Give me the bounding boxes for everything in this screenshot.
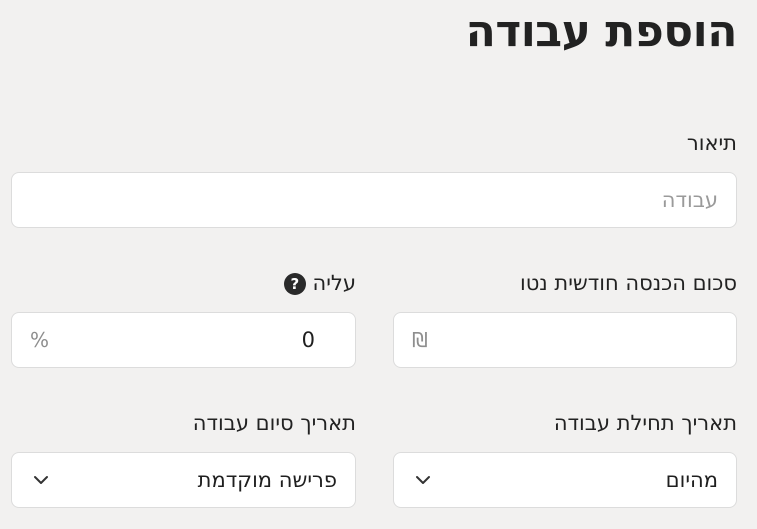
- shekel-icon: ₪: [412, 328, 428, 352]
- start-date-select[interactable]: מהיום: [393, 452, 737, 508]
- monthly-income-label: סכום הכנסה חודשית נטו: [519, 271, 737, 295]
- end-date-label: תאריך סיום עבודה: [192, 411, 356, 435]
- raise-label-row: עליה ?: [272, 270, 356, 296]
- monthly-income-input[interactable]: ₪: [393, 312, 737, 368]
- raise-label: עליה: [312, 271, 357, 295]
- percent-sign: %: [30, 328, 50, 352]
- description-label: תיאור: [686, 131, 737, 155]
- chevron-down-icon: [34, 476, 48, 484]
- end-date-selected: פרישה מוקדמת: [197, 468, 337, 492]
- raise-value: 0: [301, 328, 315, 352]
- start-date-selected: מהיום: [665, 468, 718, 492]
- description-placeholder: עבודה: [661, 188, 718, 212]
- question-circle-icon[interactable]: ?: [283, 273, 306, 295]
- raise-input[interactable]: 0 %: [11, 312, 356, 368]
- end-date-select[interactable]: פרישה מוקדמת: [11, 452, 356, 508]
- chevron-down-icon: [416, 476, 430, 484]
- page-title: הוספת עבודה: [465, 6, 738, 57]
- description-input[interactable]: עבודה: [11, 172, 737, 228]
- add-job-form: הוספת עבודה תיאור עבודה סכום הכנסה חודשי…: [0, 0, 757, 529]
- start-date-label: תאריך תחילת עבודה: [553, 411, 737, 435]
